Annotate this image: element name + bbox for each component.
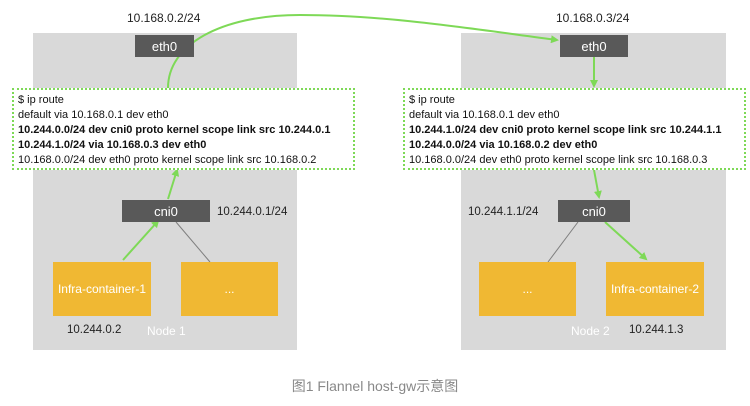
infra-container-1: Infra-container-1 bbox=[53, 262, 151, 316]
right-eth0-label: eth0 bbox=[581, 38, 607, 54]
node-2-label: Node 2 bbox=[571, 324, 610, 338]
right-other-container: ... bbox=[479, 262, 576, 316]
left-other-container-label: ... bbox=[224, 282, 235, 296]
left-container-ip: 10.244.0.2 bbox=[67, 324, 122, 336]
right-eth0-ip: 10.168.0.3/24 bbox=[556, 11, 630, 25]
infra-container-2: Infra-container-2 bbox=[606, 262, 704, 316]
left-other-container: ... bbox=[181, 262, 278, 316]
left-eth0-device: eth0 bbox=[135, 35, 194, 57]
route-line: 10.168.0.0/24 dev eth0 proto kernel scop… bbox=[409, 154, 708, 166]
arrow-cni0-to-route bbox=[167, 168, 180, 200]
left-cni0-ip: 10.244.0.1/24 bbox=[217, 206, 288, 218]
right-eth0-device: eth0 bbox=[560, 35, 628, 57]
infra-container-2-label: Infra-container-2 bbox=[610, 282, 700, 296]
right-cni0-bridge: cni0 bbox=[558, 200, 630, 222]
left-eth0-label: eth0 bbox=[151, 38, 178, 54]
route-line: 10.244.1.0/24 via 10.168.0.3 dev eth0 bbox=[18, 139, 207, 151]
route-line: default via 10.168.0.1 dev eth0 bbox=[18, 109, 169, 121]
connections bbox=[122, 13, 648, 263]
right-other-container-label: ... bbox=[522, 282, 533, 296]
left-cni0-label: cni0 bbox=[154, 203, 178, 219]
figure-caption: 图1 Flannel host-gw示意图 bbox=[291, 378, 459, 394]
route-line: 10.244.0.0/24 dev cni0 proto kernel scop… bbox=[18, 124, 331, 136]
route-line: 10.244.0.0/24 via 10.168.0.2 dev eth0 bbox=[409, 139, 598, 151]
infra-container-1-label: Infra-container-1 bbox=[57, 282, 147, 296]
right-cni0-ip: 10.244.1.1/24 bbox=[468, 206, 539, 218]
right-container-ip: 10.244.1.3 bbox=[629, 324, 684, 336]
left-link-other bbox=[175, 221, 211, 263]
route-line: default via 10.168.0.1 dev eth0 bbox=[409, 109, 560, 121]
left-cni0-bridge: cni0 bbox=[122, 200, 210, 222]
route-line: 10.244.1.0/24 dev cni0 proto kernel scop… bbox=[409, 124, 722, 136]
route-line: $ ip route bbox=[409, 94, 455, 106]
arrow-container1-to-cni0 bbox=[122, 219, 160, 261]
arrow-eth0-to-eth0 bbox=[167, 13, 559, 89]
node-1-label: Node 1 bbox=[147, 324, 186, 338]
right-route-table: $ ip route default via 10.168.0.1 dev et… bbox=[403, 88, 746, 170]
left-route-table: $ ip route default via 10.168.0.1 dev et… bbox=[12, 88, 355, 170]
right-link-other bbox=[547, 221, 579, 263]
left-eth0-ip: 10.168.0.2/24 bbox=[127, 11, 201, 25]
route-line: $ ip route bbox=[18, 94, 64, 106]
arrow-route-to-cni0 bbox=[593, 169, 602, 199]
route-line: 10.168.0.0/24 dev eth0 proto kernel scop… bbox=[18, 154, 317, 166]
right-cni0-label: cni0 bbox=[582, 203, 606, 219]
arrow-cni0-to-container2 bbox=[604, 221, 648, 261]
